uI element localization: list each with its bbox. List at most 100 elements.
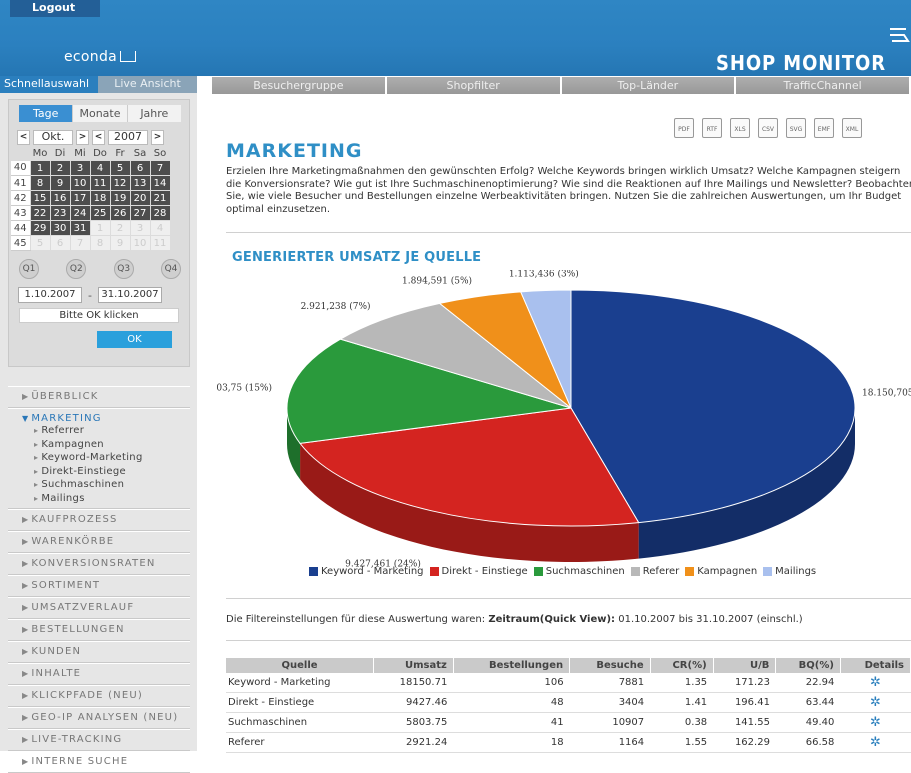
calendar-day[interactable]: 6 [49,235,71,251]
nav-item-section-4[interactable]: ▶ UMSATZVERLAUF [8,597,190,619]
calendar-day[interactable]: 17 [69,190,91,206]
details-icon[interactable]: ✲ [840,712,911,733]
logout-button[interactable]: Logout [10,0,100,17]
calendar-day[interactable]: 9 [49,175,71,191]
filter-trafficchannel[interactable]: TrafficChannel [736,77,909,94]
calendar-day[interactable]: 4 [149,220,171,236]
subnav-item[interactable]: ▸ Direkt-Einstiege [22,465,190,479]
tab-jahre[interactable]: Jahre [126,105,181,122]
prev-month-button[interactable]: < [17,129,30,145]
calendar-day[interactable]: 3 [69,160,91,176]
tab-tage[interactable]: Tage [19,105,73,122]
column-header[interactable]: Quelle [226,658,375,673]
subnav-item[interactable]: ▸ Referrer [22,424,190,438]
calendar-day[interactable]: 29 [29,220,51,236]
date-to-field[interactable]: 31.10.2007 [97,287,162,303]
export-xml-icon[interactable]: XML [842,118,862,138]
calendar-day[interactable]: 15 [29,190,51,206]
calendar-day[interactable]: 11 [149,235,171,251]
nav-item-section-5[interactable]: ▶ BESTELLUNGEN [8,619,190,641]
nav-item-section-10[interactable]: ▶ LIVE-TRACKING [8,729,190,751]
tab-live-ansicht[interactable]: Live Ansicht [98,76,197,93]
calendar-day[interactable]: 10 [69,175,91,191]
calendar-day[interactable]: 19 [109,190,131,206]
nav-item-section-11[interactable]: ▶ INTERNE SUCHE [8,751,190,773]
calendar-day[interactable]: 1 [89,220,111,236]
filter-shopfilter[interactable]: Shopfilter [386,77,560,94]
column-header[interactable]: Umsatz [373,658,454,673]
calendar-day[interactable]: 12 [109,175,131,191]
calendar-day[interactable]: 24 [69,205,91,221]
export-csv-icon[interactable]: CSV [758,118,778,138]
export-svg-icon[interactable]: SVG [786,118,806,138]
calendar-day[interactable]: 5 [109,160,131,176]
filter-top-laender[interactable]: Top-Länder [561,77,735,94]
calendar-day[interactable]: 26 [109,205,131,221]
calendar-day[interactable]: 8 [89,235,111,251]
details-icon[interactable]: ✲ [840,673,911,693]
quarter-q3[interactable]: Q3 [113,259,134,279]
calendar-day[interactable]: 10 [129,235,151,251]
date-from-field[interactable]: 1.10.2007 [18,287,82,303]
next-year-button[interactable]: > [151,129,164,145]
calendar-day[interactable]: 21 [149,190,171,206]
calendar-day[interactable]: 23 [49,205,71,221]
calendar-day[interactable]: 7 [149,160,171,176]
nav-item-section-7[interactable]: ▶ INHALTE [8,663,190,685]
calendar-day[interactable]: 6 [129,160,151,176]
calendar-day[interactable]: 2 [109,220,131,236]
calendar-day[interactable]: 14 [149,175,171,191]
nav-item-section-2[interactable]: ▶ KONVERSIONSRATEN [8,553,190,575]
calendar-day[interactable]: 16 [49,190,71,206]
calendar-day[interactable]: 22 [29,205,51,221]
export-pdf-icon[interactable]: PDF [674,118,694,138]
subnav-item[interactable]: ▸ Keyword-Marketing [22,451,190,465]
subnav-item[interactable]: ▸ Mailings [22,492,190,506]
column-header[interactable]: BQ(%) [775,658,841,673]
calendar-day[interactable]: 8 [29,175,51,191]
calendar-day[interactable]: 31 [69,220,91,236]
details-icon[interactable]: ✲ [840,732,911,753]
nav-item-marketing[interactable]: ▼ MARKETING ▸ Referrer ▸ Kampagnen ▸ Keyword-Ma… [8,408,190,509]
ok-button[interactable]: OK [97,331,172,348]
calendar-day[interactable]: 25 [89,205,111,221]
calendar-day[interactable]: 28 [149,205,171,221]
calendar-day[interactable]: 18 [89,190,111,206]
calendar-day[interactable]: 13 [129,175,151,191]
calendar-day[interactable]: 4 [89,160,111,176]
next-month-button[interactable]: > [76,129,89,145]
nav-item-section-6[interactable]: ▶ KUNDEN [8,641,190,663]
export-rtf-icon[interactable]: RTF [702,118,722,138]
calendar-day[interactable]: 3 [129,220,151,236]
filter-besuchergruppe[interactable]: Besuchergruppe [212,77,385,94]
nav-item-section-8[interactable]: ▶ KLICKPFADE (NEU) [8,685,190,707]
quarter-q2[interactable]: Q2 [66,259,87,279]
calendar-day[interactable]: 30 [49,220,71,236]
column-header[interactable]: Details [840,658,911,673]
subnav-item[interactable]: ▸ Kampagnen [22,438,190,452]
calendar-day[interactable]: 1 [29,160,51,176]
tab-schnellauswahl[interactable]: Schnellauswahl [0,76,98,93]
prev-year-button[interactable]: < [92,129,105,145]
calendar-day[interactable]: 11 [89,175,111,191]
details-icon[interactable]: ✲ [840,692,911,713]
export-emf-icon[interactable]: EMF [814,118,834,138]
quarter-q1[interactable]: Q1 [19,259,39,279]
nav-item-section-9[interactable]: ▶ GEO-IP ANALYSEN (NEU) [8,707,190,729]
tab-monate[interactable]: Monate [72,105,127,122]
calendar-day[interactable]: 2 [49,160,71,176]
column-header[interactable]: CR(%) [650,658,714,673]
nav-item-section-0[interactable]: ▶ KAUFPROZESS [8,509,190,531]
nav-item-section-3[interactable]: ▶ SORTIMENT [8,575,190,597]
column-header[interactable]: Besuche [569,658,651,673]
export-xls-icon[interactable]: XLS [730,118,750,138]
calendar-day[interactable]: 9 [109,235,131,251]
calendar-day[interactable]: 5 [29,235,51,251]
column-header[interactable]: Bestellungen [453,658,571,673]
quarter-q4[interactable]: Q4 [160,259,181,279]
nav-item-ueberblick[interactable]: ▶ ÜBERBLICK [8,386,190,408]
subnav-item[interactable]: ▸ Suchmaschinen [22,478,190,492]
calendar-day[interactable]: 7 [69,235,91,251]
calendar-day[interactable]: 20 [129,190,151,206]
nav-item-section-1[interactable]: ▶ WARENKÖRBE [8,531,190,553]
